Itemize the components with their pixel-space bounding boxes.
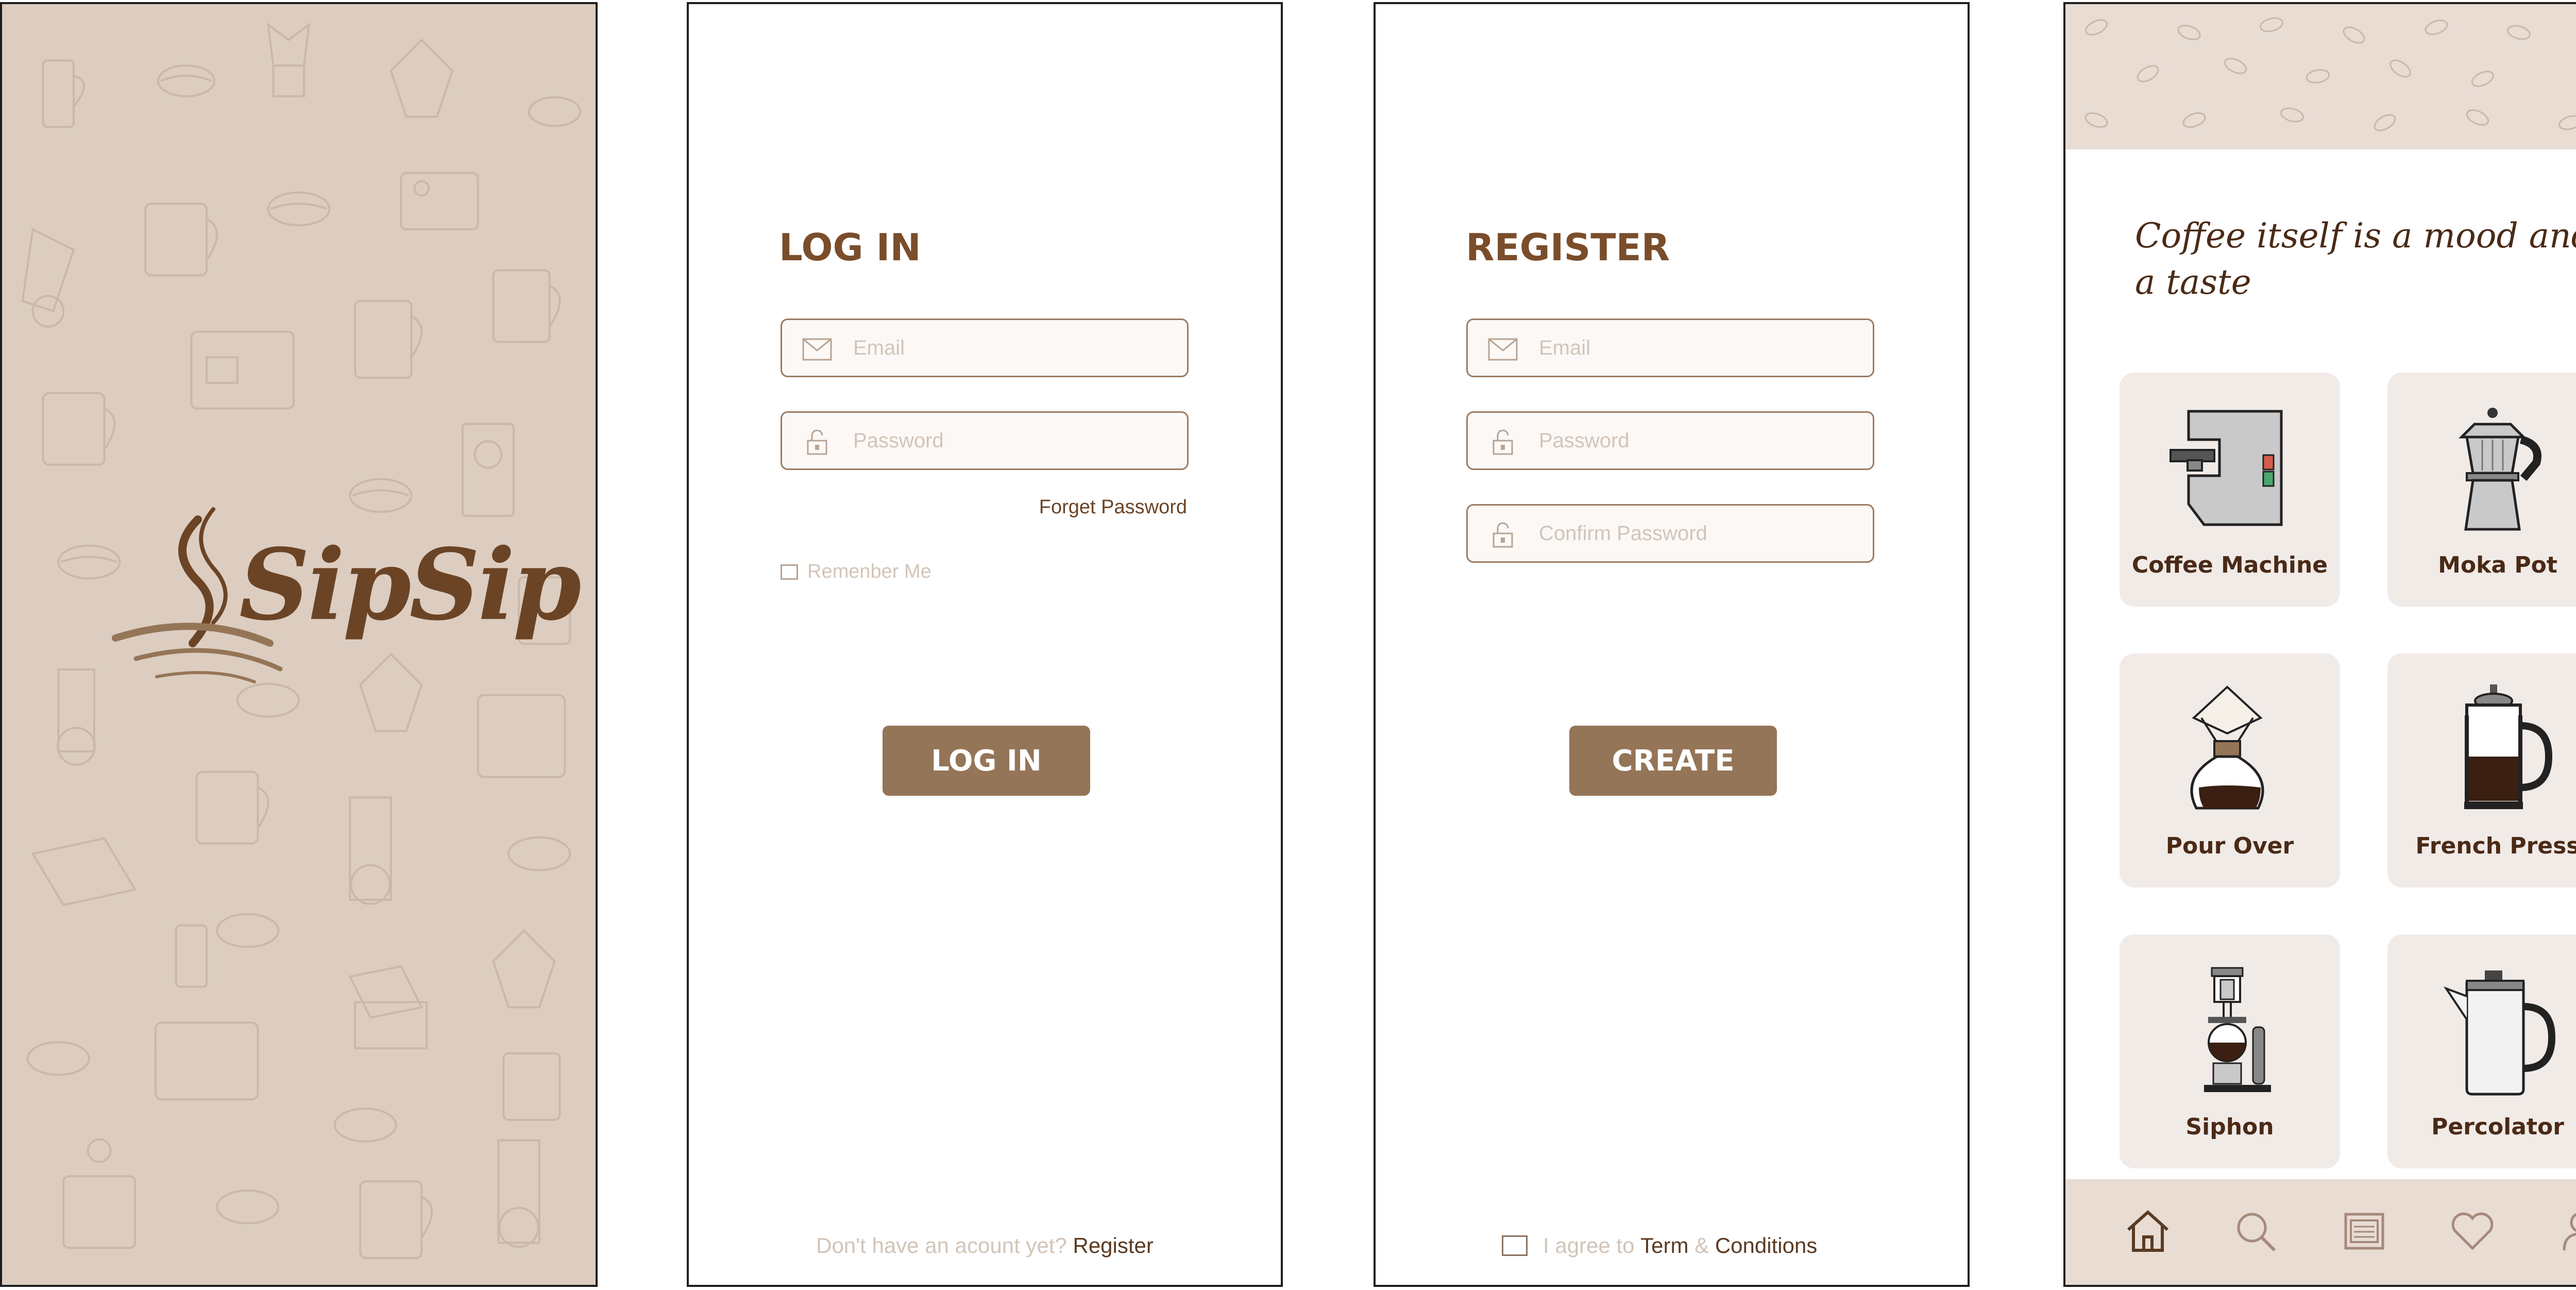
catalog-icon[interactable] [2338,1205,2390,1257]
heart-icon[interactable] [2447,1205,2498,1257]
card-label: Siphon [2185,1114,2274,1140]
conditions-link[interactable]: Conditions [1715,1233,1817,1258]
padlock-icon [807,429,827,455]
card-label: Pour Over [2165,833,2294,859]
password-input[interactable] [853,413,1173,468]
agree-prefix: I agree to [1543,1233,1635,1258]
sipsip-logo: SipSip [110,499,581,705]
card-label: Moka Pot [2438,552,2557,578]
checkbox-icon[interactable] [781,564,798,580]
email-input[interactable] [1539,320,1858,376]
percolator-icon [2443,970,2556,1096]
pour-over-icon [2190,685,2264,810]
card-label: Percolator [2431,1114,2564,1140]
coffee-bean-pattern [2084,17,2576,131]
password-input[interactable] [1539,413,1858,468]
card-label: French Press [2415,833,2576,859]
brand-name: SipSip [239,527,581,642]
envelope-icon [802,338,832,361]
search-icon[interactable] [2230,1205,2282,1257]
register-prompt: Don't have an acount yet? Register [689,1233,1281,1258]
home-icon[interactable] [2122,1205,2174,1257]
category-card-moka-pot[interactable]: Moka Pot [2387,373,2576,607]
confirm-password-field[interactable] [1466,504,1874,563]
terms-agreement: I agree to Term & Conditions [1502,1233,1817,1258]
category-card-pour-over[interactable]: Pour Over [2120,654,2340,887]
bottom-tab-bar [2065,1179,2576,1285]
term-link[interactable]: Term [1640,1233,1688,1258]
siphon-icon [2204,967,2271,1092]
home-quote: Coffee itself is a mood and a taste [2135,216,2576,302]
register-prompt-text: Don't have an acount yet? [816,1233,1067,1258]
padlock-icon [1493,522,1513,548]
remember-me-checkbox[interactable]: Remenber Me [781,561,931,583]
login-screen: LOG IN Forget Password Remenber Me LOG I… [687,2,1283,1287]
card-label: Coffee Machine [2131,552,2328,578]
remember-me-label: Remenber Me [807,561,931,582]
forgot-password-link[interactable]: Forget Password [1039,496,1187,518]
coffee-machine-icon [2170,410,2283,526]
page-title: REGISTER [1466,226,1670,269]
email-field[interactable] [781,319,1189,377]
confirm-password-input[interactable] [1539,506,1858,561]
ampersand: & [1694,1233,1709,1258]
login-button[interactable]: LOG IN [883,726,1090,796]
french-press-icon [2464,684,2553,809]
moka-pot-icon [2458,408,2541,531]
splash-screen: SipSip [0,2,598,1287]
envelope-icon [1488,338,1518,361]
category-card-siphon[interactable]: Siphon [2120,934,2340,1168]
profile-icon[interactable] [2555,1205,2576,1257]
category-card-french-press[interactable]: French Press [2387,654,2576,887]
category-card-coffee-machine[interactable]: Coffee Machine [2120,373,2340,607]
category-card-percolator[interactable]: Percolator [2387,934,2576,1168]
register-screen: REGISTER CREATE I agree to Term & Condit… [1374,2,1970,1287]
home-header [2065,4,2576,149]
password-field[interactable] [781,411,1189,470]
padlock-icon [1493,429,1513,455]
email-input[interactable] [853,320,1173,376]
page-title: LOG IN [779,226,921,269]
email-field[interactable] [1466,319,1874,377]
terms-checkbox[interactable] [1502,1235,1528,1256]
create-button[interactable]: CREATE [1569,726,1777,796]
register-link[interactable]: Register [1073,1233,1153,1258]
password-field[interactable] [1466,411,1874,470]
home-screen: Coffee itself is a mood and a taste Coff… [2063,2,2576,1287]
